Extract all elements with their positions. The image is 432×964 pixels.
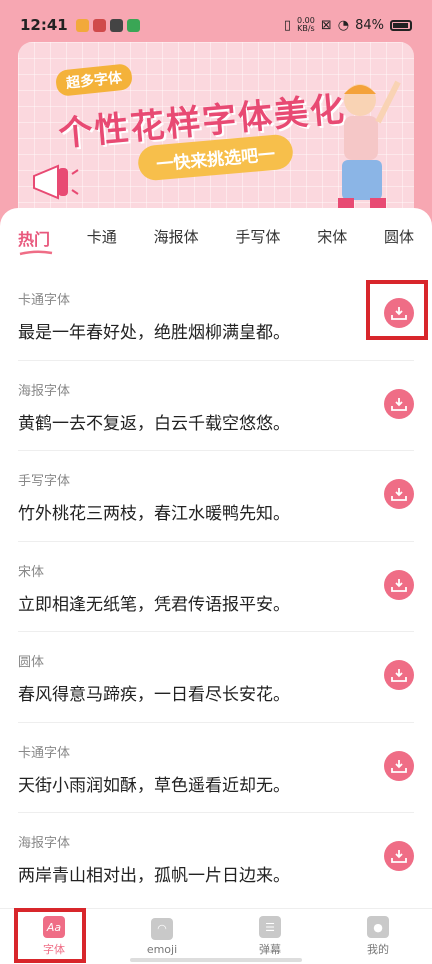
highlight-box-fonts-tab bbox=[14, 908, 86, 963]
download-icon bbox=[391, 669, 407, 682]
status-time: 12:41 bbox=[20, 16, 68, 34]
category-tabs: 热门 卡通 海报体 手写体 宋体 圆体 bbox=[0, 226, 432, 266]
highlight-box-download bbox=[366, 280, 428, 340]
nav-profile[interactable]: ● 我的 bbox=[324, 909, 432, 964]
item-category: 圆体 bbox=[18, 655, 45, 670]
tab-hot[interactable]: 热门 bbox=[18, 226, 50, 266]
font-list: 卡通字体 最是一年春好处，绝胜烟柳满皇都。 海报字体 黄鹤一去不复返，白云千载空… bbox=[18, 270, 414, 904]
download-button[interactable] bbox=[384, 660, 414, 690]
battery-percent: 84% bbox=[355, 17, 384, 33]
list-item[interactable]: 圆体 春风得意马蹄疾，一日看尽长安花。 bbox=[18, 632, 414, 723]
item-sample-text: 最是一年春好处，绝胜烟柳满皇都。 bbox=[18, 323, 290, 343]
item-sample-text: 两岸青山相对出，孤帆一片日边来。 bbox=[18, 866, 290, 886]
app-notification-icon bbox=[126, 18, 140, 32]
wifi-icon: ◔ bbox=[337, 17, 350, 33]
item-sample-text: 黄鹤一去不复返，白云千载空悠悠。 bbox=[18, 413, 290, 434]
nav-label: 弹幕 bbox=[259, 943, 281, 956]
download-icon bbox=[391, 397, 407, 411]
status-indicators: ▯ 0.00 KB/s ⊠ ◔ 84% bbox=[284, 17, 412, 33]
banner-tag: 超多字体 bbox=[54, 63, 134, 97]
item-sample-text: 立即相逢无纸笔，凭君传语报平安。 bbox=[18, 594, 290, 615]
app-notification-icon bbox=[75, 18, 89, 32]
tab-round[interactable]: 圆体 bbox=[384, 226, 414, 266]
item-sample-text: 竹外桃花三两枝，春江水暖鸭先知。 bbox=[18, 504, 290, 524]
item-sample-text: 春风得意马蹄疾，一日看尽长安花。 bbox=[18, 685, 290, 705]
download-icon bbox=[391, 850, 407, 863]
download-button[interactable] bbox=[384, 569, 414, 600]
sim-off-icon: ⊠ bbox=[320, 17, 332, 33]
promo-banner[interactable]: 超多字体 个性花样字体美化 一快来挑选吧一 bbox=[18, 42, 414, 222]
item-category: 卡通字体 bbox=[18, 745, 71, 761]
list-item[interactable]: 卡通字体 最是一年春好处，绝胜烟柳满皇都。 bbox=[18, 270, 414, 361]
tab-cartoon[interactable]: 卡通 bbox=[87, 226, 117, 266]
download-icon bbox=[391, 488, 407, 501]
nav-danmaku[interactable]: ☰ 弹幕 bbox=[216, 909, 324, 964]
download-button[interactable] bbox=[384, 479, 414, 509]
battery-icon bbox=[390, 19, 412, 31]
tab-handwriting[interactable]: 手写体 bbox=[235, 226, 280, 266]
app-notification-icon bbox=[109, 18, 123, 32]
list-item[interactable]: 海报字体 两岸青山相对出，孤帆一片日边来。 bbox=[18, 813, 414, 904]
list-item[interactable]: 卡通字体 天街小雨润如酥，草色遥看近却无。 bbox=[18, 723, 414, 813]
active-tab-indicator bbox=[19, 250, 53, 256]
nav-label: 我的 bbox=[367, 943, 389, 956]
tab-poster[interactable]: 海报体 bbox=[154, 226, 199, 266]
nav-label: emoji bbox=[146, 942, 178, 956]
mascot-illustration bbox=[338, 80, 401, 208]
download-button[interactable] bbox=[384, 750, 414, 781]
list-item[interactable]: 宋体 立即相逢无纸笔，凭君传语报平安。 bbox=[18, 542, 414, 632]
danmaku-icon: ☰ bbox=[259, 916, 281, 938]
item-category: 海报字体 bbox=[18, 836, 71, 851]
download-icon bbox=[391, 578, 407, 592]
app-notification-icon bbox=[92, 18, 106, 32]
emoji-icon: ◠ bbox=[151, 917, 173, 940]
list-item[interactable]: 手写字体 竹外桃花三两枝，春江水暖鸭先知。 bbox=[18, 451, 414, 542]
tab-song[interactable]: 宋体 bbox=[317, 226, 347, 266]
status-app-icons bbox=[75, 18, 140, 32]
item-category: 海报字体 bbox=[18, 383, 71, 399]
home-indicator bbox=[130, 958, 302, 962]
net-speed: 0.00 KB/s bbox=[297, 16, 315, 33]
download-icon bbox=[391, 759, 407, 773]
item-category: 手写字体 bbox=[18, 474, 71, 489]
profile-icon: ● bbox=[367, 916, 389, 938]
item-category: 宋体 bbox=[18, 564, 45, 580]
download-button[interactable] bbox=[384, 841, 414, 871]
nav-emoji[interactable]: ◠ emoji bbox=[108, 909, 216, 964]
vibrate-icon: ▯ bbox=[283, 17, 292, 33]
list-item[interactable]: 海报字体 黄鹤一去不复返，白云千载空悠悠。 bbox=[18, 361, 414, 451]
megaphone-icon bbox=[33, 164, 79, 200]
item-sample-text: 天街小雨润如酥，草色遥看近却无。 bbox=[18, 775, 290, 796]
item-category: 卡通字体 bbox=[18, 293, 71, 308]
download-button[interactable] bbox=[384, 388, 414, 419]
